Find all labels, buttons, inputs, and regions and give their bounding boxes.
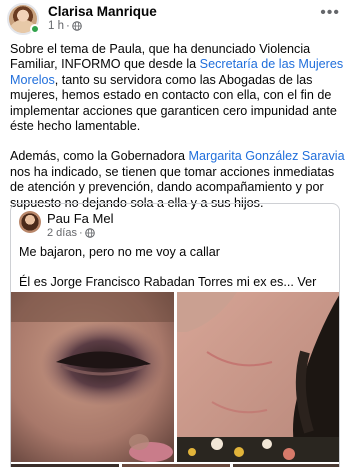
globe-icon bbox=[72, 21, 82, 31]
post-time[interactable]: 1 h bbox=[48, 20, 64, 32]
post-meta: 1 h · bbox=[48, 20, 82, 32]
post-header: Clarisa Manrique 1 h · ••• bbox=[0, 0, 350, 36]
online-status-indicator bbox=[30, 24, 40, 34]
post-paragraph-2: Además, como la Gobernadora Margarita Go… bbox=[10, 149, 345, 211]
photo-eye-injury-image bbox=[11, 292, 174, 462]
paragraph-1-text-b: , tanto su servidora como las Abogadas d… bbox=[10, 72, 337, 134]
shared-author-avatar[interactable] bbox=[19, 211, 41, 233]
shared-post-line-1: Me bajaron, pero no me voy a callar bbox=[19, 245, 220, 259]
photo-neck-injury[interactable] bbox=[177, 292, 339, 462]
more-options-button[interactable]: ••• bbox=[320, 4, 340, 22]
shared-post-line-2-text: Él es Jorge Francisco Rabadan Torres mi … bbox=[19, 275, 294, 290]
shared-post-time[interactable]: 2 días bbox=[47, 227, 77, 239]
post-author-name[interactable]: Clarisa Manrique bbox=[48, 4, 157, 19]
shared-post-card[interactable]: Pau Fa Mel 2 días · Me bajaron, pero no … bbox=[10, 203, 340, 467]
shared-author-name[interactable]: Pau Fa Mel bbox=[47, 211, 113, 226]
paragraph-2-text-a: Además, como la Gobernadora bbox=[10, 149, 189, 164]
mention-margarita-gonzalez[interactable]: Margarita González Saravia bbox=[189, 149, 345, 163]
photo-neck-injury-image bbox=[177, 292, 339, 462]
meta-separator: · bbox=[66, 20, 70, 32]
meta-separator: · bbox=[78, 227, 83, 239]
post-paragraph-1: Sobre el tema de Paula, que ha denunciad… bbox=[10, 42, 345, 134]
ellipsis-icon: ••• bbox=[320, 4, 340, 21]
globe-icon bbox=[84, 228, 95, 238]
shared-post-meta: 2 días · bbox=[47, 227, 95, 239]
photo-eye-injury[interactable] bbox=[11, 292, 174, 462]
post-body: Sobre el tema de Paula, que ha denunciad… bbox=[10, 42, 345, 226]
